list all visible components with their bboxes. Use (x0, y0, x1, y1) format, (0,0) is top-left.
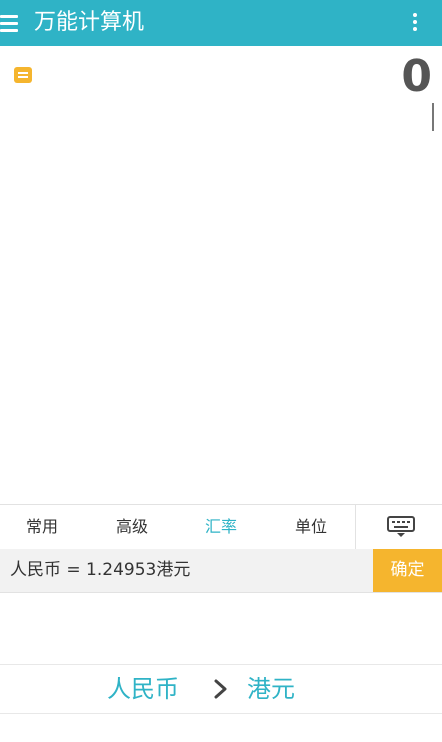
menu-icon[interactable] (0, 14, 18, 32)
more-vertical-icon[interactable] (412, 12, 418, 32)
chevron-right-icon (213, 677, 229, 701)
history-icon[interactable] (14, 67, 32, 83)
expression-text: 人民币 = 1.24953港元 (10, 560, 191, 580)
expression-bar: 人民币 = 1.24953港元 确定 (0, 549, 442, 593)
display-value: 0 (401, 51, 432, 102)
input-cursor (432, 103, 434, 131)
tab-unit[interactable]: 单位 (271, 505, 351, 549)
confirm-button[interactable]: 确定 (373, 549, 442, 592)
from-currency[interactable]: 人民币 (107, 671, 179, 707)
tab-separator (355, 505, 356, 549)
to-currency[interactable]: 港元 (247, 671, 295, 707)
app-bar: 万能计算机 (0, 0, 442, 46)
app-title: 万能计算机 (34, 10, 145, 35)
tab-bar: 常用 高级 汇率 单位 (0, 504, 442, 550)
keyboard-icon[interactable] (387, 516, 415, 538)
tab-common[interactable]: 常用 (2, 505, 82, 549)
currency-conversion-row: 人民币 港元 (0, 664, 442, 714)
tab-exchange-rate[interactable]: 汇率 (181, 505, 261, 549)
tab-advanced[interactable]: 高级 (92, 505, 172, 549)
